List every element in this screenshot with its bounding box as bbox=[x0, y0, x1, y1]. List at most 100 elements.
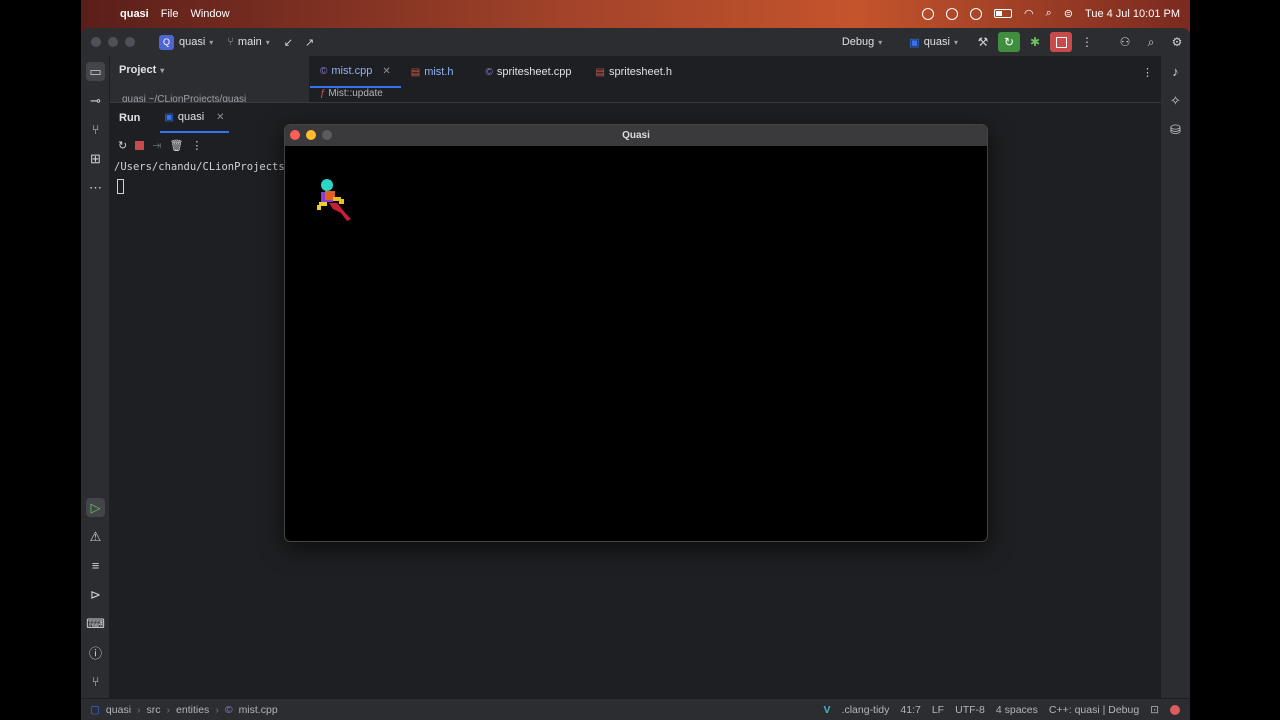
messages-list-icon[interactable]: ≡ bbox=[86, 556, 105, 575]
play-icon[interactable] bbox=[970, 7, 983, 20]
crumb-entities[interactable]: entities bbox=[176, 704, 209, 716]
editor-breadcrumb[interactable]: ƒ Mist::update bbox=[320, 88, 383, 99]
function-icon: ƒ bbox=[320, 88, 326, 99]
indent-setting[interactable]: 4 spaces bbox=[996, 704, 1038, 716]
cpp-file-icon: © bbox=[485, 66, 493, 78]
update-project-icon[interactable]: ↙ bbox=[284, 36, 293, 49]
more-tools-icon[interactable]: ⋯ bbox=[86, 178, 105, 197]
chevron-down-icon: ▾ bbox=[953, 37, 958, 47]
more-options-icon[interactable]: ⋮ bbox=[191, 139, 202, 152]
run-target: quasi bbox=[923, 36, 950, 48]
trash-icon[interactable]: 🗑 bbox=[169, 139, 183, 152]
chevron-down-icon: ▾ bbox=[209, 37, 214, 47]
build-hammer-icon[interactable]: ⚒ bbox=[972, 32, 994, 52]
crumb-src[interactable]: src bbox=[147, 704, 161, 716]
tab-mist-h[interactable]: ▤ mist.h bbox=[401, 56, 464, 88]
tab-spritesheet-h[interactable]: ▤ spritesheet.h bbox=[586, 56, 682, 88]
restore-layout-icon[interactable]: ⇥ bbox=[152, 139, 161, 152]
app-minimize-button[interactable] bbox=[306, 130, 316, 140]
notifications-bell-icon[interactable]: ♪ bbox=[1166, 62, 1185, 81]
left-tool-stripe: ▭ ⊸ ⑂ ⊞ ⋯ ▷ ⚠ ≡ ⊳ ⌨ ⓘ ⑂ bbox=[81, 56, 110, 698]
run-tab-quasi[interactable]: ▣ quasi ✕ bbox=[160, 103, 229, 133]
stop-icon[interactable] bbox=[135, 140, 145, 150]
project-panel-title: Project bbox=[119, 64, 157, 76]
cmake-target-icon: ▣ bbox=[909, 36, 920, 49]
control-center-icon[interactable]: ⊜ bbox=[1064, 7, 1073, 20]
tab-mist-cpp[interactable]: © mist.cpp ✕ bbox=[310, 56, 401, 88]
caret-position[interactable]: 41:7 bbox=[900, 704, 920, 716]
commit-icon[interactable]: ⊸ bbox=[86, 91, 105, 110]
battery-icon[interactable] bbox=[994, 9, 1013, 18]
branch-icon: ⑂ bbox=[227, 36, 234, 48]
zoom-window-button[interactable] bbox=[125, 37, 135, 47]
app-zoom-button[interactable] bbox=[322, 130, 332, 140]
structure-icon[interactable]: ⊞ bbox=[86, 149, 105, 168]
line-ending[interactable]: LF bbox=[932, 704, 944, 716]
app-close-button[interactable] bbox=[290, 130, 300, 140]
chevron-right-icon: › bbox=[137, 703, 141, 716]
linter-widget[interactable]: .clang-tidy bbox=[842, 704, 890, 716]
menu-app-name[interactable]: quasi bbox=[120, 8, 149, 20]
tab-label: spritesheet.h bbox=[608, 66, 672, 78]
cpp-file-icon: © bbox=[224, 703, 233, 716]
problems-icon[interactable]: ⓘ bbox=[86, 643, 105, 662]
run-tool-icon[interactable]: ▷ bbox=[86, 498, 105, 517]
git-icon[interactable]: ⑂ bbox=[86, 672, 105, 691]
ai-assistant-icon[interactable]: ✧ bbox=[1166, 91, 1185, 110]
tab-options-icon[interactable]: ⋮ bbox=[1142, 66, 1153, 79]
spotlight-icon[interactable]: ⌕ bbox=[1046, 7, 1052, 20]
crumb-file[interactable]: mist.cpp bbox=[239, 704, 278, 716]
close-window-button[interactable] bbox=[91, 37, 101, 47]
app-window-titlebar[interactable]: Quasi bbox=[285, 125, 987, 146]
minimize-window-button[interactable] bbox=[108, 37, 118, 47]
text-caret bbox=[117, 179, 124, 194]
more-actions-icon[interactable]: ⋮ bbox=[1076, 32, 1098, 52]
sync-icon[interactable] bbox=[922, 7, 935, 20]
chevron-down-icon: ▾ bbox=[160, 65, 165, 75]
rerun-button[interactable]: ↻ bbox=[998, 32, 1020, 52]
branch-selector[interactable]: ⑂ main ▾ bbox=[227, 36, 269, 48]
tab-label: mist.cpp bbox=[331, 65, 373, 77]
file-encoding[interactable]: UTF-8 bbox=[955, 704, 985, 716]
crumb-project[interactable]: quasi bbox=[106, 704, 131, 716]
debug-bug-icon[interactable]: ✱ bbox=[1024, 32, 1046, 52]
menu-file[interactable]: File bbox=[161, 8, 179, 20]
database-icon[interactable]: ⛁ bbox=[1166, 120, 1185, 139]
close-icon[interactable]: ✕ bbox=[216, 112, 224, 123]
stop-button[interactable] bbox=[1050, 32, 1072, 52]
services-icon[interactable]: ⊳ bbox=[86, 585, 105, 604]
status-bar: ▢ quasi › src › entities › © mist.cpp V … bbox=[81, 698, 1190, 720]
language-context[interactable]: C++: quasi | Debug bbox=[1049, 704, 1139, 716]
status-widgets: V .clang-tidy 41:7 LF UTF-8 4 spaces C++… bbox=[824, 699, 1180, 720]
status-breadcrumb: ▢ quasi › src › entities › © mist.cpp bbox=[90, 704, 278, 716]
lock-icon[interactable]: ⊡ bbox=[1150, 704, 1159, 716]
wifi-icon[interactable]: ◠ bbox=[1024, 7, 1034, 20]
gear-icon[interactable]: ⚙ bbox=[1166, 32, 1188, 52]
error-indicator-icon[interactable] bbox=[1170, 705, 1180, 715]
header-file-icon: ▤ bbox=[410, 66, 421, 78]
close-icon[interactable]: ✕ bbox=[382, 66, 390, 77]
push-icon[interactable]: ↗ bbox=[305, 36, 314, 49]
pull-request-icon[interactable]: ⑂ bbox=[86, 120, 105, 139]
warning-triangle-icon[interactable]: ⚠ bbox=[86, 527, 105, 546]
module-icon: ▢ bbox=[90, 703, 100, 716]
menu-window[interactable]: Window bbox=[190, 8, 229, 20]
vpn-icon[interactable] bbox=[946, 7, 959, 20]
project-panel-header[interactable]: Project ▾ bbox=[110, 56, 309, 84]
project-selector[interactable]: quasi ▾ bbox=[179, 36, 213, 48]
ide-window: Q quasi ▾ ⑂ main ▾ ↙ ↗ Debug ▾ ▣ quasi ▾… bbox=[81, 28, 1190, 720]
chevron-down-icon: ▾ bbox=[265, 37, 270, 47]
tab-spritesheet-cpp[interactable]: © spritesheet.cpp bbox=[476, 56, 582, 88]
build-config-selector[interactable]: Debug ▾ bbox=[842, 36, 882, 48]
clock[interactable]: Tue 4 Jul 10:01 PM bbox=[1085, 8, 1180, 20]
header-file-icon: ▤ bbox=[595, 66, 605, 78]
app-window-title: Quasi bbox=[622, 130, 650, 141]
search-icon[interactable]: ⌕ bbox=[1140, 32, 1162, 52]
rerun-icon[interactable]: ↻ bbox=[118, 139, 127, 152]
run-target-selector[interactable]: ▣ quasi ▾ bbox=[909, 36, 958, 49]
chevron-right-icon: › bbox=[215, 703, 219, 716]
project-folder-icon[interactable]: ▭ bbox=[86, 62, 105, 81]
terminal-icon[interactable]: ⌨ bbox=[86, 614, 105, 633]
add-user-icon[interactable]: ⚇ bbox=[1114, 32, 1136, 52]
vcs-check-icon[interactable]: V bbox=[824, 704, 831, 716]
